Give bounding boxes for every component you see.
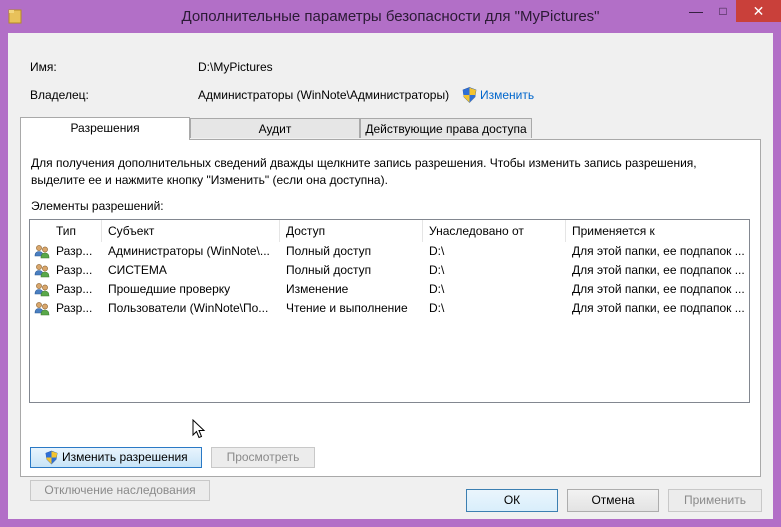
column-header-type[interactable]: Тип [30,220,102,242]
close-button[interactable]: ✕ [736,0,781,22]
users-icon [34,283,50,297]
mouse-cursor-icon [192,419,206,439]
cell-inherited: D:\ [429,263,445,277]
users-icon [34,302,50,316]
cell-type: Разр... [56,301,93,315]
uac-shield-icon [462,87,477,103]
cell-applies: Для этой папки, ее подпапок ... [572,282,745,296]
view-button[interactable]: Просмотреть [211,447,315,468]
maximize-button[interactable]: □ [710,0,736,22]
tab-effective-access[interactable]: Действующие права доступа [360,118,532,138]
cell-applies: Для этой папки, ее подпапок ... [572,244,745,258]
permission-entries-label: Элементы разрешений: [31,199,164,213]
ok-button[interactable]: ОК [466,489,558,512]
minimize-button[interactable]: — [683,0,709,22]
name-label: Имя: [30,60,57,74]
cell-type: Разр... [56,282,93,296]
owner-label: Владелец: [30,88,89,102]
cell-access: Изменение [286,282,349,296]
cell-type: Разр... [56,244,93,258]
table-row[interactable]: Разр... Пользователи (WinNote\По... Чтен… [30,299,749,318]
tab-auditing[interactable]: Аудит [190,118,360,138]
cell-inherited: D:\ [429,282,445,296]
table-row[interactable]: Разр... Прошедшие проверку Изменение D:\… [30,280,749,299]
cell-subject: Прошедшие проверку [108,282,231,296]
users-icon [34,245,50,259]
cell-type: Разр... [56,263,93,277]
cell-access: Полный доступ [286,244,372,258]
cell-subject: Администраторы (WinNote\... [108,244,270,258]
cell-access: Полный доступ [286,263,372,277]
apply-button[interactable]: Применить [668,489,762,512]
cell-access: Чтение и выполнение [286,301,408,315]
change-permissions-label: Изменить разрешения [62,450,188,464]
permissions-panel: Для получения дополнительных сведений дв… [20,139,761,501]
cell-applies: Для этой папки, ее подпапок ... [572,301,745,315]
change-owner-link[interactable]: Изменить [480,88,534,102]
title-bar[interactable]: Дополнительные параметры безопасности дл… [0,0,781,33]
uac-shield-icon [45,450,58,465]
cell-subject: Пользователи (WinNote\По... [108,301,269,315]
permission-entries-list[interactable]: Тип Субъект Доступ Унаследовано от Приме… [29,219,750,403]
column-header-inherited-from[interactable]: Унаследовано от [423,220,566,242]
tab-permissions[interactable]: Разрешения [20,117,190,140]
table-row[interactable]: Разр... СИСТЕМА Полный доступ D:\ Для эт… [30,261,749,280]
cell-inherited: D:\ [429,244,445,258]
column-header-subject[interactable]: Субъект [102,220,280,242]
table-row[interactable]: Разр... Администраторы (WinNote\... Полн… [30,242,749,261]
column-header-applies-to[interactable]: Применяется к [566,220,749,242]
security-dialog: Дополнительные параметры безопасности дл… [0,0,781,527]
cancel-button[interactable]: Отмена [567,489,659,512]
cell-subject: СИСТЕМА [108,263,167,277]
cell-applies: Для этой папки, ее подпапок ... [572,263,745,277]
dialog-body: Имя: D:\MyPictures Владелец: Администрат… [8,33,773,519]
window-title: Дополнительные параметры безопасности дл… [181,8,600,25]
name-value: D:\MyPictures [198,60,273,74]
permissions-description: Для получения дополнительных сведений дв… [31,156,697,187]
change-permissions-button[interactable]: Изменить разрешения [30,447,202,468]
users-icon [34,264,50,278]
disable-inheritance-button[interactable]: Отключение наследования [30,480,210,501]
column-header-access[interactable]: Доступ [280,220,423,242]
cell-inherited: D:\ [429,301,445,315]
owner-value: Администраторы (WinNote\Администраторы) [198,88,450,102]
